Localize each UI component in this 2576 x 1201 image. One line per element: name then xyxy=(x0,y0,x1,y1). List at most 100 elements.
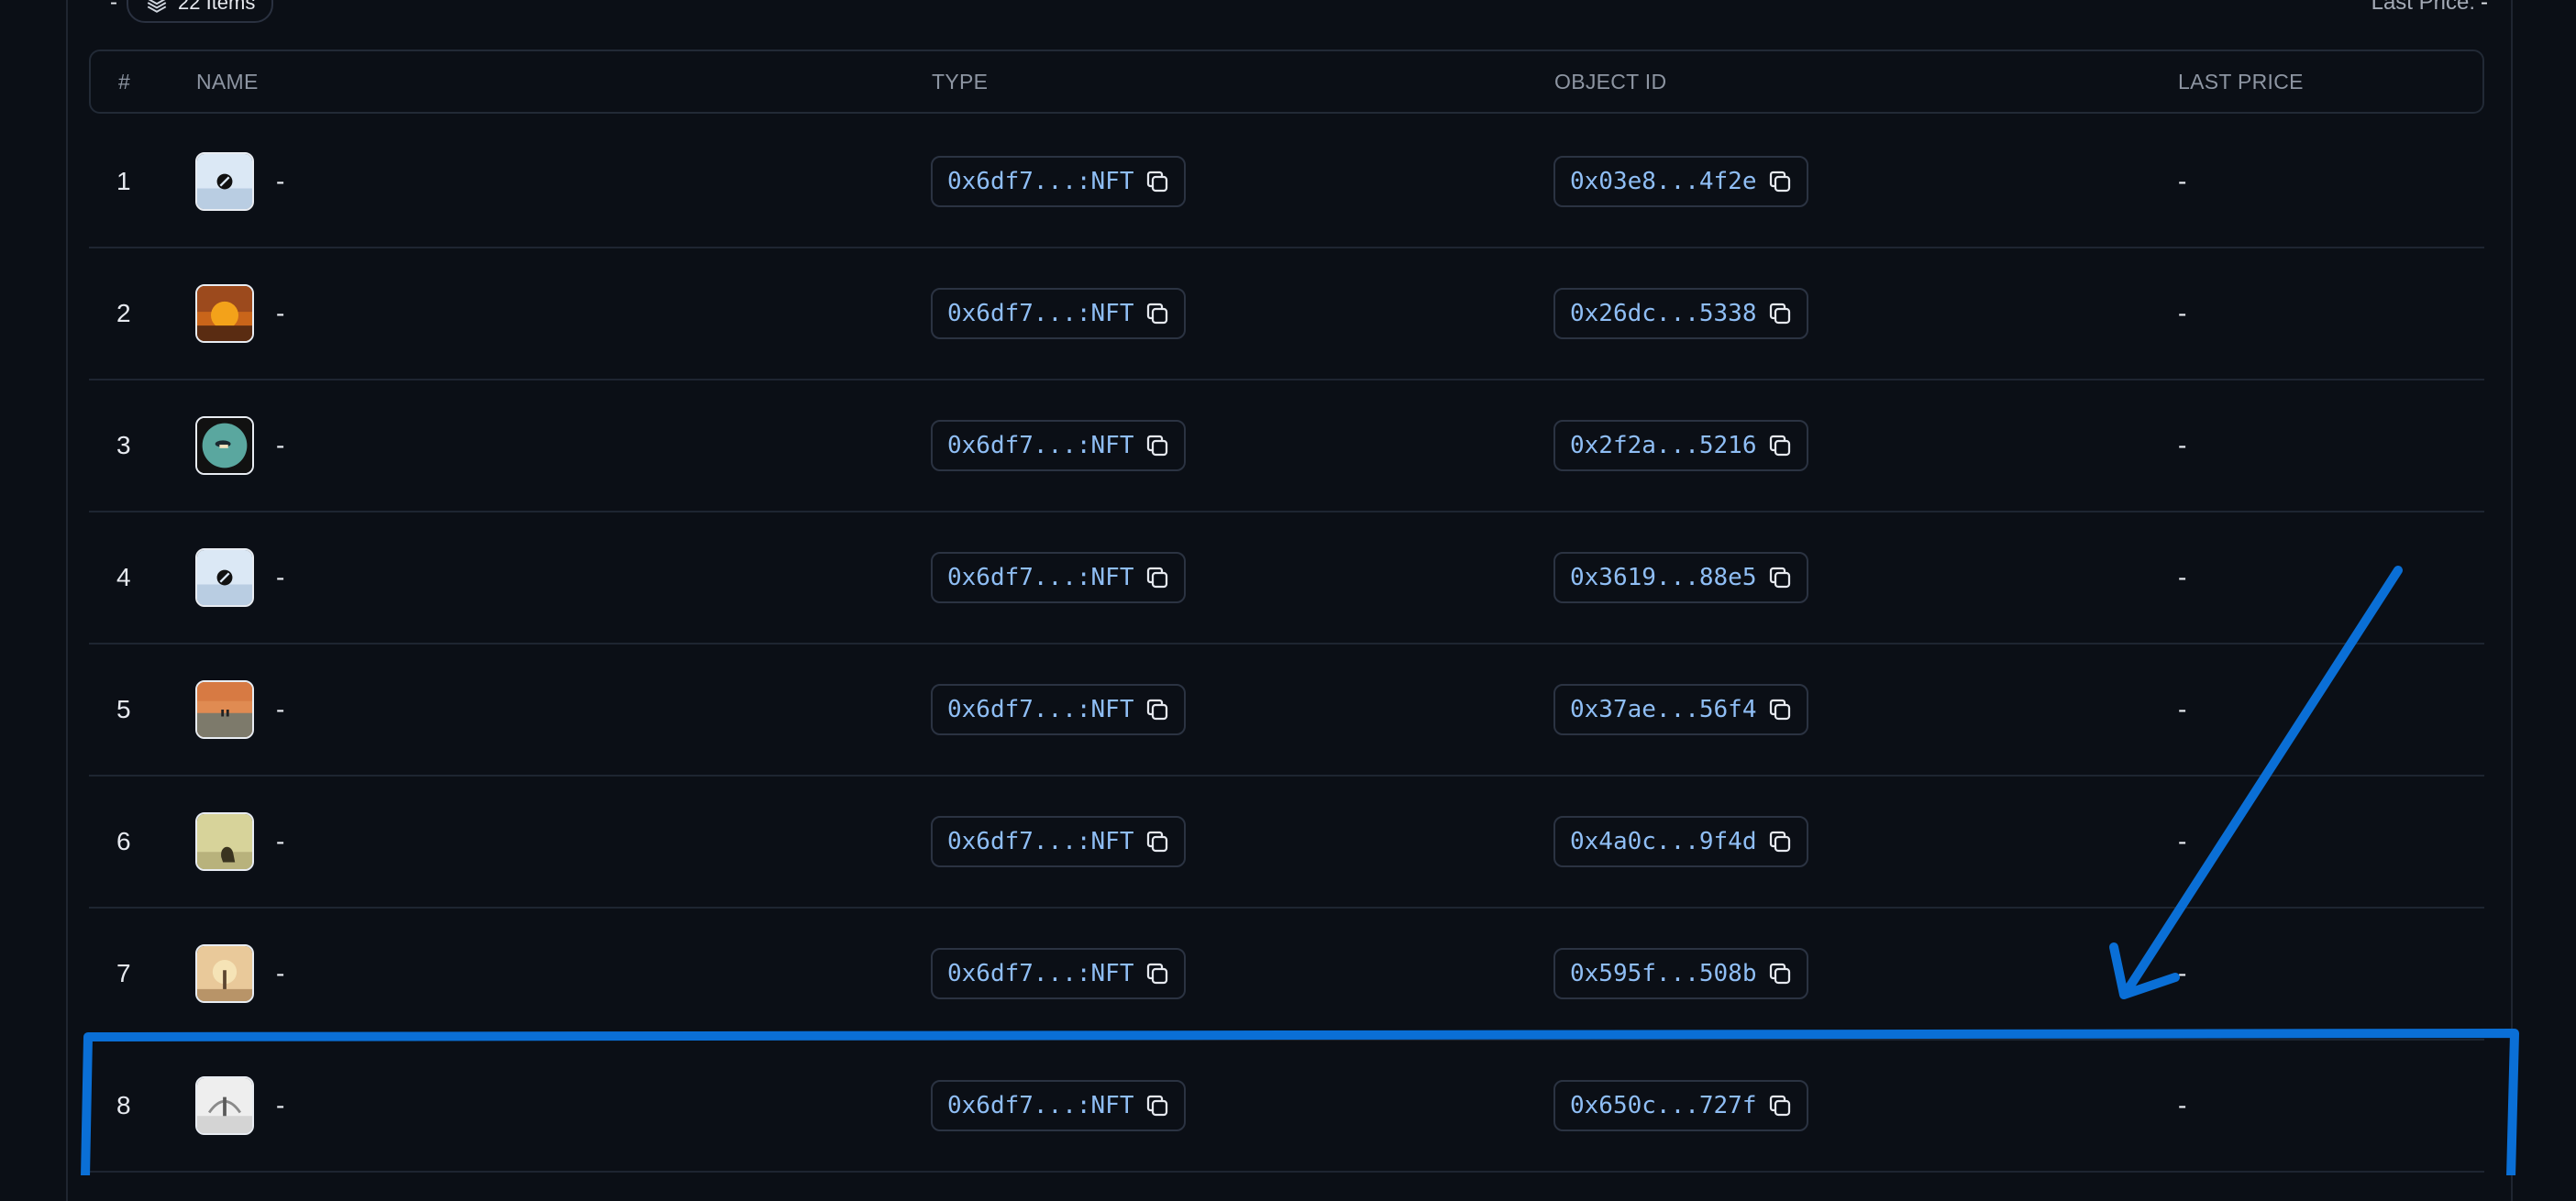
row-last-price: - xyxy=(2178,167,2187,195)
row-index: 5 xyxy=(116,695,131,723)
type-value: 0x6df7...:NFT xyxy=(947,168,1134,195)
nft-thumbnail[interactable] xyxy=(195,680,254,739)
type-value: 0x6df7...:NFT xyxy=(947,564,1134,591)
row-name: - xyxy=(276,563,285,591)
object-id-value: 0x650c...727f xyxy=(1570,1092,1757,1119)
copy-icon[interactable] xyxy=(1766,960,1794,987)
type-chip[interactable]: 0x6df7...:NFT xyxy=(931,948,1186,999)
nft-thumbnail[interactable] xyxy=(195,1076,254,1135)
toolbar-dash: - xyxy=(110,0,117,15)
layers-icon xyxy=(147,0,167,13)
copy-icon[interactable] xyxy=(1766,828,1794,855)
row-name: - xyxy=(276,959,285,987)
table-header: # NAME TYPE OBJECT ID LAST PRICE xyxy=(89,50,2484,114)
object-id-value: 0x4a0c...9f4d xyxy=(1570,828,1757,855)
copy-icon[interactable] xyxy=(1144,564,1171,591)
copy-icon[interactable] xyxy=(1766,1092,1794,1119)
table-row[interactable]: 8 - 0x6df7...:NFT 0x650c...727f - xyxy=(89,1041,2484,1173)
row-last-price: - xyxy=(2178,1091,2187,1119)
copy-icon[interactable] xyxy=(1144,1092,1171,1119)
copy-icon[interactable] xyxy=(1766,696,1794,723)
nft-thumbnail[interactable] xyxy=(195,284,254,343)
items-count-badge[interactable]: 22 Items xyxy=(127,0,274,23)
row-last-price: - xyxy=(2178,563,2187,591)
row-name: - xyxy=(276,827,285,855)
type-value: 0x6df7...:NFT xyxy=(947,828,1134,855)
row-name: - xyxy=(276,431,285,459)
object-id-value: 0x26dc...5338 xyxy=(1570,300,1757,327)
row-last-price: - xyxy=(2178,695,2187,723)
object-id-chip[interactable]: 0x03e8...4f2e xyxy=(1553,156,1808,207)
row-name: - xyxy=(276,167,285,195)
nft-thumbnail[interactable] xyxy=(195,944,254,1003)
object-id-chip[interactable]: 0x26dc...5338 xyxy=(1553,288,1808,339)
table-row[interactable]: 5 - 0x6df7...:NFT 0x37ae...56f4 - xyxy=(89,645,2484,777)
header-index: # xyxy=(118,70,131,94)
row-index: 6 xyxy=(116,827,131,855)
type-value: 0x6df7...:NFT xyxy=(947,960,1134,987)
row-index: 8 xyxy=(116,1091,131,1119)
row-name: - xyxy=(276,299,285,327)
type-chip[interactable]: 0x6df7...:NFT xyxy=(931,552,1186,603)
object-id-value: 0x595f...508b xyxy=(1570,960,1757,987)
object-id-chip[interactable]: 0x650c...727f xyxy=(1553,1080,1808,1131)
type-chip[interactable]: 0x6df7...:NFT xyxy=(931,684,1186,735)
items-toolbar: - 22 Items xyxy=(110,0,274,23)
type-value: 0x6df7...:NFT xyxy=(947,300,1134,327)
type-chip[interactable]: 0x6df7...:NFT xyxy=(931,1080,1186,1131)
object-id-chip[interactable]: 0x595f...508b xyxy=(1553,948,1808,999)
object-id-chip[interactable]: 0x2f2a...5216 xyxy=(1553,420,1808,471)
last-price-label: Last Price: xyxy=(2371,0,2475,15)
header-object-id: OBJECT ID xyxy=(1554,70,1667,94)
type-value: 0x6df7...:NFT xyxy=(947,432,1134,459)
row-last-price: - xyxy=(2178,959,2187,987)
copy-icon[interactable] xyxy=(1766,168,1794,195)
row-last-price: - xyxy=(2178,431,2187,459)
copy-icon[interactable] xyxy=(1766,300,1794,327)
copy-icon[interactable] xyxy=(1766,432,1794,459)
object-id-value: 0x37ae...56f4 xyxy=(1570,696,1757,723)
type-chip[interactable]: 0x6df7...:NFT xyxy=(931,288,1186,339)
object-id-chip[interactable]: 0x4a0c...9f4d xyxy=(1553,816,1808,867)
row-index: 2 xyxy=(116,299,131,327)
nft-thumbnail[interactable] xyxy=(195,548,254,607)
copy-icon[interactable] xyxy=(1144,960,1171,987)
row-name: - xyxy=(276,695,285,723)
type-chip[interactable]: 0x6df7...:NFT xyxy=(931,816,1186,867)
header-last-price: LAST PRICE xyxy=(2178,70,2304,94)
nft-thumbnail[interactable] xyxy=(195,152,254,211)
copy-icon[interactable] xyxy=(1144,300,1171,327)
object-id-chip[interactable]: 0x37ae...56f4 xyxy=(1553,684,1808,735)
copy-icon[interactable] xyxy=(1144,168,1171,195)
type-chip[interactable]: 0x6df7...:NFT xyxy=(931,156,1186,207)
row-last-price: - xyxy=(2178,299,2187,327)
type-chip[interactable]: 0x6df7...:NFT xyxy=(931,420,1186,471)
copy-icon[interactable] xyxy=(1766,564,1794,591)
object-id-value: 0x03e8...4f2e xyxy=(1570,168,1757,195)
copy-icon[interactable] xyxy=(1144,432,1171,459)
last-price-value: - xyxy=(2481,0,2488,15)
row-name: - xyxy=(276,1091,285,1119)
table-row[interactable]: 1 - 0x6df7...:NFT 0x03e8...4f2e - xyxy=(89,116,2484,248)
type-value: 0x6df7...:NFT xyxy=(947,696,1134,723)
row-index: 4 xyxy=(116,563,131,591)
type-value: 0x6df7...:NFT xyxy=(947,1092,1134,1119)
copy-icon[interactable] xyxy=(1144,828,1171,855)
table-row[interactable]: 6 - 0x6df7...:NFT 0x4a0c...9f4d - xyxy=(89,777,2484,909)
header-type: TYPE xyxy=(932,70,989,94)
row-index: 1 xyxy=(116,167,131,195)
row-index: 7 xyxy=(116,959,131,987)
object-id-chip[interactable]: 0x3619...88e5 xyxy=(1553,552,1808,603)
header-name: NAME xyxy=(196,70,259,94)
row-last-price: - xyxy=(2178,827,2187,855)
last-price-summary: Last Price: - xyxy=(2371,0,2488,18)
nft-thumbnail[interactable] xyxy=(195,812,254,871)
row-index: 3 xyxy=(116,431,131,459)
nft-thumbnail[interactable] xyxy=(195,416,254,475)
table-row[interactable]: 7 - 0x6df7...:NFT 0x595f...508b - xyxy=(89,909,2484,1041)
table-row[interactable]: 3 - 0x6df7...:NFT 0x2f2a...5216 - xyxy=(89,380,2484,512)
table-row[interactable]: 4 - 0x6df7...:NFT 0x3619...88e5 - xyxy=(89,512,2484,645)
copy-icon[interactable] xyxy=(1144,696,1171,723)
object-id-value: 0x2f2a...5216 xyxy=(1570,432,1757,459)
table-row[interactable]: 2 - 0x6df7...:NFT 0x26dc...5338 - xyxy=(89,248,2484,380)
